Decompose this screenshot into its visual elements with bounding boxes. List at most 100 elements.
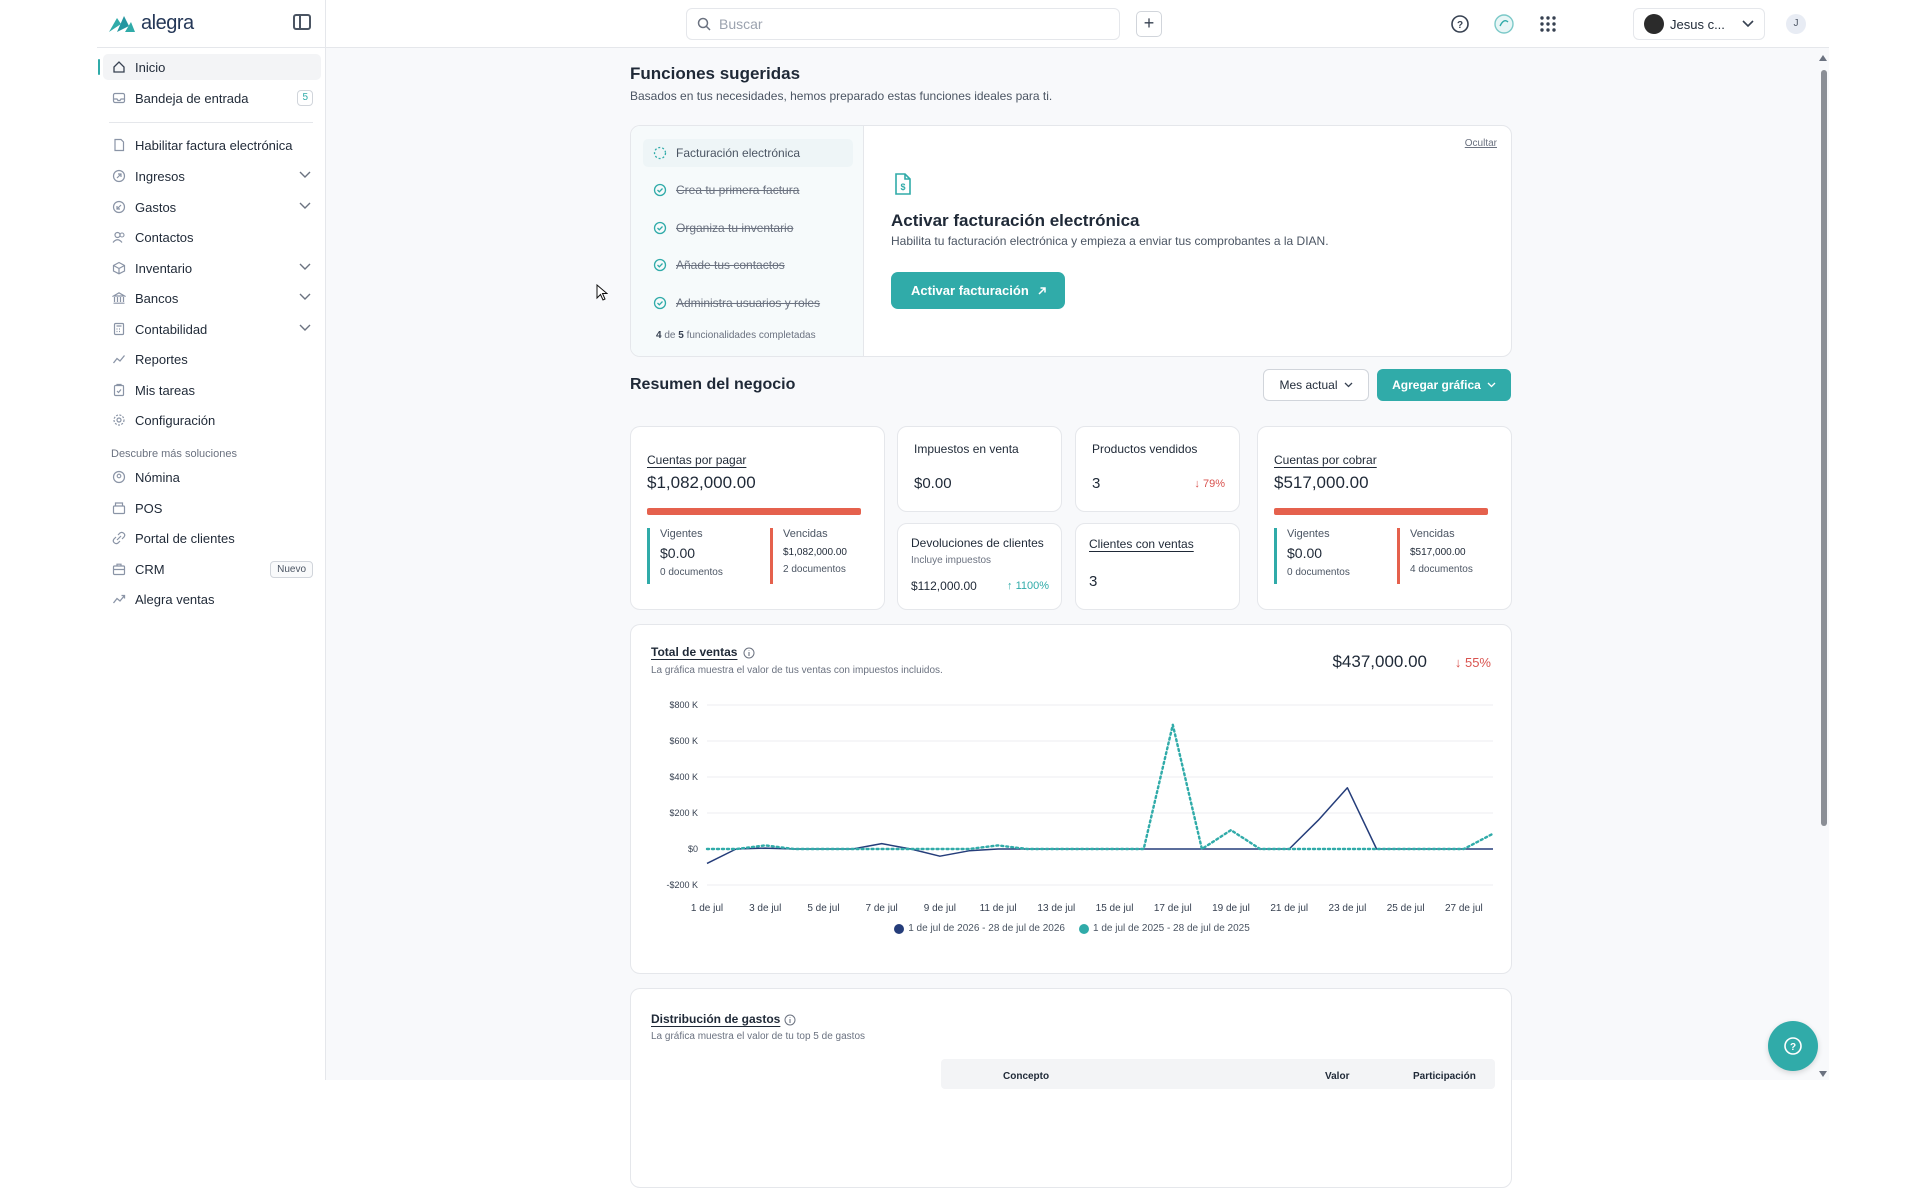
clients-sales-value: 3 <box>1089 573 1098 590</box>
sidebar-item-label: Contabilidad <box>135 321 208 337</box>
receivables-title[interactable]: Cuentas por cobrar <box>1274 453 1377 467</box>
payables-title[interactable]: Cuentas por pagar <box>647 453 746 467</box>
legend-item-current[interactable]: 1 de jul de 2026 - 28 de jul de 2026 <box>894 923 1065 934</box>
sidebar-toggle-icon[interactable] <box>293 14 311 30</box>
help-icon[interactable]: ? <box>1449 13 1471 35</box>
sidebar-item-factura-electronica[interactable]: Habilitar factura electrónica <box>103 132 321 158</box>
sidebar-item-gastos[interactable]: Gastos <box>103 194 321 220</box>
add-chart-button[interactable]: Agregar gráfica <box>1377 369 1511 401</box>
step-primera-factura[interactable]: Crea tu primera factura <box>643 176 853 204</box>
y-tick-label: $0 <box>688 844 698 854</box>
scroll-thumb[interactable] <box>1821 70 1827 826</box>
sidebar-item-pos[interactable]: POS <box>103 495 321 521</box>
sidebar-item-label: Bandeja de entrada <box>135 90 249 106</box>
clients-sales-card[interactable]: Clientes con ventas 3 <box>1075 523 1240 610</box>
column-header-concepto: Concepto <box>1003 1071 1050 1082</box>
search-input[interactable] <box>719 16 1079 32</box>
products-sold-card[interactable]: Productos vendidos 3 ↓ 79% <box>1075 426 1240 512</box>
payables-card[interactable]: Cuentas por pagar $1,082,000.00 Vigentes… <box>630 426 885 610</box>
sidebar-item-portal-clientes[interactable]: Portal de clientes <box>103 525 321 551</box>
sidebar-item-bancos[interactable]: Bancos <box>103 285 321 311</box>
sidebar-item-contabilidad[interactable]: Contabilidad <box>103 316 321 342</box>
overdue-value: $517,000.00 <box>1410 547 1466 558</box>
clients-sales-title[interactable]: Clientes con ventas <box>1089 537 1194 551</box>
step-usuarios-roles[interactable]: Administra usuarios y roles <box>643 289 853 317</box>
returns-subtitle: Incluye impuestos <box>911 555 992 566</box>
alegra-logo-icon <box>109 15 135 32</box>
scroll-up-icon[interactable] <box>1818 54 1828 62</box>
activate-button-label: Activar facturación <box>911 283 1029 298</box>
returns-value: $112,000.00 <box>911 579 977 593</box>
alegra-logo[interactable]: alegra <box>107 12 194 35</box>
sidebar-divider <box>109 122 313 123</box>
info-icon[interactable] <box>784 1014 796 1026</box>
home-icon <box>113 61 125 73</box>
returns-card[interactable]: Devoluciones de clientes Incluye impuest… <box>897 523 1062 610</box>
sales-chart-title[interactable]: Total de ventas <box>651 645 737 659</box>
activate-invoicing-button[interactable]: Activar facturación <box>891 272 1065 309</box>
sidebar-item-label: Portal de clientes <box>135 530 235 546</box>
distribution-title[interactable]: Distribución de gastos <box>651 1012 780 1026</box>
progress-total: 5 <box>678 330 684 341</box>
sidebar-item-configuracion[interactable]: Configuración <box>103 407 321 433</box>
sidebar-item-label: Habilitar factura electrónica <box>135 137 293 153</box>
sidebar-item-inventario[interactable]: Inventario <box>103 255 321 281</box>
y-tick-label: $600 K <box>669 736 698 746</box>
suggested-title: Funciones sugeridas <box>630 64 801 83</box>
onboarding-progress: 4 de 5 funcionalidades completadas <box>656 330 816 341</box>
step-contactos[interactable]: Añade tus contactos <box>643 251 853 279</box>
calculator-icon <box>113 322 125 336</box>
inbox-icon <box>112 92 126 104</box>
sidebar-item-inicio[interactable]: Inicio <box>98 54 321 80</box>
sidebar-item-bandeja[interactable]: Bandeja de entrada 5 <box>103 85 321 111</box>
scroll-down-icon[interactable] <box>1818 1070 1828 1078</box>
user-avatar[interactable]: J <box>1786 14 1806 34</box>
search-icon <box>697 17 711 31</box>
step-inventario[interactable]: Organiza tu inventario <box>643 214 853 242</box>
legend-item-previous[interactable]: 1 de jul de 2025 - 28 de jul de 2025 <box>1079 923 1250 934</box>
distribution-subtitle: La gráfica muestra el valor de tu top 5 … <box>651 1031 866 1042</box>
sidebar-item-reportes[interactable]: Reportes <box>103 346 321 372</box>
sidebar-item-label: Nómina <box>135 469 180 485</box>
info-icon[interactable] <box>743 647 755 659</box>
suggested-subtitle: Basados en tus necesidades, hemos prepar… <box>630 89 1053 103</box>
sidebar-item-label: Gastos <box>135 199 177 215</box>
sidebar-item-label: Mis tareas <box>135 382 195 398</box>
company-avatar <box>1644 14 1664 34</box>
legend-dot <box>1079 923 1089 934</box>
help-chat-button[interactable]: ? <box>1768 1021 1818 1071</box>
sidebar-item-contactos[interactable]: Contactos <box>103 224 321 250</box>
search-bar[interactable] <box>686 8 1120 40</box>
sales-trend-value: 55% <box>1464 655 1491 670</box>
overdue-docs: 4 documentos <box>1410 564 1473 575</box>
sidebar-item-nomina[interactable]: Nómina <box>103 464 321 490</box>
sidebar-item-mis-tareas[interactable]: Mis tareas <box>103 377 321 403</box>
sales-tax-title: Impuestos en venta <box>914 442 1019 456</box>
sidebar-item-crm[interactable]: CRM Nuevo <box>103 556 321 582</box>
document-icon <box>114 138 125 152</box>
chat-assistant-icon[interactable] <box>1493 13 1515 35</box>
overdue-label: Vencidas <box>1410 528 1455 540</box>
logo-text: alegra <box>141 12 194 34</box>
period-dropdown[interactable]: Mes actual <box>1263 369 1369 401</box>
legend-label: 1 de jul de 2026 - 28 de jul de 2026 <box>908 923 1065 934</box>
quick-add-button[interactable]: + <box>1136 11 1162 37</box>
chevron-down-icon <box>299 202 311 209</box>
sidebar-item-alegra-ventas[interactable]: Alegra ventas <box>103 586 321 612</box>
receivables-card[interactable]: Cuentas por cobrar $517,000.00 Vigentes … <box>1257 426 1512 610</box>
page-scrollbar[interactable] <box>1817 54 1829 1080</box>
apps-grid-icon[interactable] <box>1537 13 1559 35</box>
current-label: Vigentes <box>660 528 703 540</box>
sales-tax-card[interactable]: Impuestos en venta $0.00 <box>897 426 1062 512</box>
sales-total-value: $437,000.00 <box>1332 652 1427 671</box>
step-facturacion[interactable]: Facturación electrónica <box>643 139 853 167</box>
income-icon <box>112 169 126 183</box>
returns-title: Devoluciones de clientes <box>911 536 1044 550</box>
sidebar-item-ingresos[interactable]: Ingresos <box>103 163 321 189</box>
sidebar-item-label: Ingresos <box>135 168 185 184</box>
company-user-selector[interactable]: Jesus c... <box>1633 8 1765 40</box>
expense-distribution-card: Distribución de gastos La gráfica muestr… <box>630 988 1512 1188</box>
hide-link[interactable]: Ocultar <box>1465 138 1497 149</box>
current-docs: 0 documentos <box>660 567 723 578</box>
current-value: $0.00 <box>1287 545 1323 561</box>
